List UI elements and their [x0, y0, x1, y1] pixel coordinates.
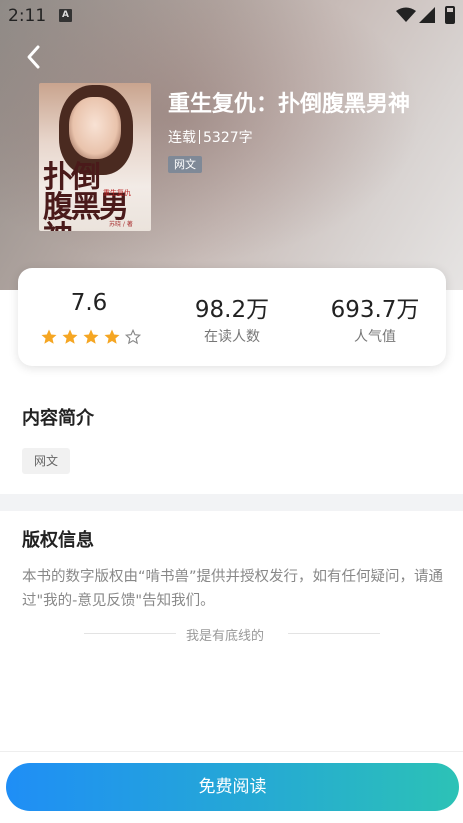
cover-title-line1: 扑倒	[43, 160, 101, 195]
book-cover[interactable]: 扑倒 腹黑男神 重生复仇 苏晓 / 著	[39, 83, 151, 231]
stats-card: 7.6 98.2万 在读人数 693.7万 人气值	[18, 268, 446, 366]
book-status: 连载	[168, 130, 196, 146]
popularity-value: 693.7万	[330, 297, 420, 323]
star-filled-icon	[83, 329, 99, 344]
notification-a-icon: A	[59, 9, 72, 22]
end-of-list-text: 我是有底线的	[186, 629, 265, 644]
stat-popularity: 693.7万 人气值	[304, 268, 446, 366]
rating-stars	[40, 328, 142, 346]
cover-title-line2: 腹黑男神	[43, 190, 129, 232]
wifi-icon	[396, 7, 416, 22]
star-filled-icon	[62, 329, 78, 344]
status-time: 2:11	[8, 6, 47, 26]
cover-author: 苏晓 / 著	[109, 221, 133, 228]
cover-subtitle: 重生复仇	[103, 189, 131, 197]
star-filled-icon	[104, 329, 120, 344]
book-meta: 连载 5327字	[168, 127, 253, 147]
stat-readers: 98.2万 在读人数	[161, 268, 303, 366]
cover-face-art	[69, 97, 121, 159]
status-bar: 2:11 A	[0, 0, 463, 32]
section-divider	[0, 494, 463, 511]
readers-value: 98.2万	[194, 297, 270, 323]
back-arrow-icon[interactable]	[22, 42, 48, 72]
meta-divider	[199, 130, 200, 144]
cover-title: 扑倒 腹黑男神	[43, 160, 151, 232]
copyright-heading: 版权信息	[22, 530, 94, 551]
bottom-line-left	[84, 633, 176, 634]
intro-heading: 内容简介	[22, 408, 94, 429]
book-title: 重生复仇：扑倒腹黑男神	[168, 92, 411, 117]
star-empty-icon	[124, 328, 142, 345]
book-tag-badge: 网文	[168, 156, 202, 173]
footer-separator	[0, 751, 463, 752]
book-word-count: 5327字	[203, 130, 253, 146]
popularity-label: 人气值	[354, 329, 396, 345]
star-filled-icon	[41, 329, 57, 344]
signal-icon	[419, 7, 435, 23]
readers-label: 在读人数	[204, 329, 260, 345]
intro-tag[interactable]: 网文	[22, 448, 71, 474]
stat-rating: 7.6	[18, 268, 160, 366]
bottom-line-right	[288, 633, 380, 634]
copyright-text: 本书的数字版权由“啃书兽”提供并授权发行，如有任何疑问，请通过"我的-意见反馈"…	[22, 569, 444, 609]
rating-value: 7.6	[70, 290, 108, 316]
free-read-button[interactable]: 免费阅读	[6, 763, 459, 811]
battery-icon	[445, 6, 455, 24]
